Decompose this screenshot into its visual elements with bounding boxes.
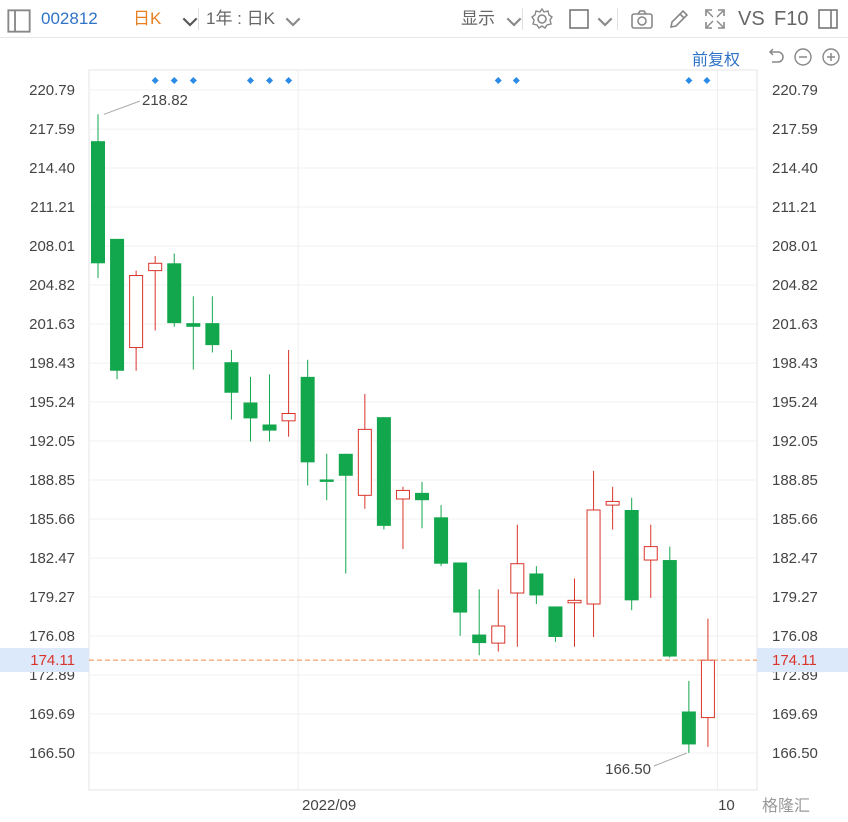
y-tick-label-right: 182.47 xyxy=(772,550,818,567)
y-tick-label-left: 188.85 xyxy=(29,472,75,489)
candle-body-up[interactable] xyxy=(510,563,525,594)
candle-body-up[interactable] xyxy=(395,489,410,500)
y-tick-label-right: 176.08 xyxy=(772,628,818,645)
y-tick-label-right: 169.69 xyxy=(772,706,818,723)
y-tick-label-left: 198.43 xyxy=(29,355,75,372)
candle-body-up[interactable] xyxy=(643,546,658,561)
event-marker[interactable] xyxy=(266,77,274,84)
candle-body-down[interactable] xyxy=(91,141,105,264)
min-pointer xyxy=(653,752,688,767)
candle-body-up[interactable] xyxy=(700,659,715,719)
candle-body-down[interactable] xyxy=(548,606,563,637)
candle-body-up[interactable] xyxy=(357,428,372,496)
y-tick-label-right: 198.43 xyxy=(772,355,818,372)
y-tick-label-right: 188.85 xyxy=(772,472,818,489)
event-marker[interactable] xyxy=(494,77,502,84)
event-marker[interactable] xyxy=(246,77,254,84)
candle-body-down[interactable] xyxy=(434,517,449,564)
x-tick-label: 10 xyxy=(718,797,735,814)
candle-body-down[interactable] xyxy=(662,560,677,657)
candle-body-down[interactable] xyxy=(167,263,182,324)
y-tick-label-left: 169.69 xyxy=(29,706,75,723)
y-tick-label-left: 214.40 xyxy=(29,160,75,177)
y-tick-label-right: 208.01 xyxy=(772,238,818,255)
watermark: 格隆汇 xyxy=(762,798,811,815)
candle-body-up[interactable] xyxy=(281,413,296,422)
y-tick-label-right: 220.79 xyxy=(772,82,818,99)
y-tick-label-left: 201.63 xyxy=(29,316,75,333)
event-marker[interactable] xyxy=(685,77,693,84)
candle-body-up[interactable] xyxy=(567,599,582,604)
candle-body-down[interactable] xyxy=(529,573,544,596)
y-tick-label-left: 195.24 xyxy=(29,394,75,411)
y-tick-label-left: 208.01 xyxy=(29,238,75,255)
y-tick-label-right: 166.50 xyxy=(772,745,818,762)
candle-body-down[interactable] xyxy=(681,711,696,745)
candle-body-up[interactable] xyxy=(491,625,506,644)
y-tick-label-left: 182.47 xyxy=(29,550,75,567)
candle-body-up[interactable] xyxy=(586,509,601,605)
current-price-label-left: 174.11 xyxy=(30,652,75,669)
candle-body-up[interactable] xyxy=(148,262,163,272)
y-tick-label-left: 166.50 xyxy=(29,745,75,762)
candle-body-down[interactable] xyxy=(472,634,487,644)
candle-body-down[interactable] xyxy=(338,453,353,476)
y-tick-label-left: 217.59 xyxy=(29,121,75,138)
candle-body-down[interactable] xyxy=(319,479,334,482)
max-pointer xyxy=(103,100,141,115)
candle-body-down[interactable] xyxy=(453,562,468,613)
y-tick-label-right: 201.63 xyxy=(772,316,818,333)
plot-area xyxy=(88,69,758,791)
y-tick-label-right: 185.66 xyxy=(772,511,818,528)
candle-body-up[interactable] xyxy=(129,275,144,349)
y-tick-label-right: 214.40 xyxy=(772,160,818,177)
event-marker[interactable] xyxy=(151,77,159,84)
event-marker[interactable] xyxy=(512,77,520,84)
y-tick-label-right: 211.21 xyxy=(772,199,817,216)
max-price-label: 218.82 xyxy=(142,92,188,109)
candle-body-down[interactable] xyxy=(110,238,125,371)
candlestick-chart[interactable]: 220.79 220.79 217.59 217.59 214.40 214.40 211.… xyxy=(0,0,848,822)
y-tick-label-left: 204.82 xyxy=(29,277,75,294)
y-tick-label-left: 179.27 xyxy=(29,589,75,606)
x-tick-label: 2022/09 xyxy=(302,797,356,814)
candle-body-down[interactable] xyxy=(205,323,220,346)
candle-body-down[interactable] xyxy=(186,323,201,327)
y-tick-label-left: 192.05 xyxy=(29,433,75,450)
candle-body-down[interactable] xyxy=(624,509,639,601)
y-tick-label-right: 204.82 xyxy=(772,277,818,294)
event-marker[interactable] xyxy=(285,77,293,84)
candle-body-down[interactable] xyxy=(224,362,239,393)
y-tick-label-left: 185.66 xyxy=(29,511,75,528)
candle-body-down[interactable] xyxy=(243,402,258,419)
candle-body-down[interactable] xyxy=(262,424,277,431)
y-tick-label-right: 195.24 xyxy=(772,394,818,411)
y-tick-label-left: 176.08 xyxy=(29,628,75,645)
candle-body-down[interactable] xyxy=(300,376,315,463)
y-tick-label-right: 192.05 xyxy=(772,433,818,450)
event-marker[interactable] xyxy=(703,77,711,84)
candle-body-down[interactable] xyxy=(376,417,391,526)
event-marker[interactable] xyxy=(170,77,178,84)
y-tick-label-right: 217.59 xyxy=(772,121,818,138)
y-tick-label-left: 220.79 xyxy=(29,82,75,99)
candle-body-up[interactable] xyxy=(605,500,620,506)
min-price-label: 166.50 xyxy=(605,761,651,778)
y-tick-label-left: 211.21 xyxy=(30,199,75,216)
event-marker[interactable] xyxy=(189,77,197,84)
current-price-label-right: 174.11 xyxy=(772,652,817,669)
y-tick-label-right: 179.27 xyxy=(772,589,818,606)
candle-body-down[interactable] xyxy=(415,492,430,501)
